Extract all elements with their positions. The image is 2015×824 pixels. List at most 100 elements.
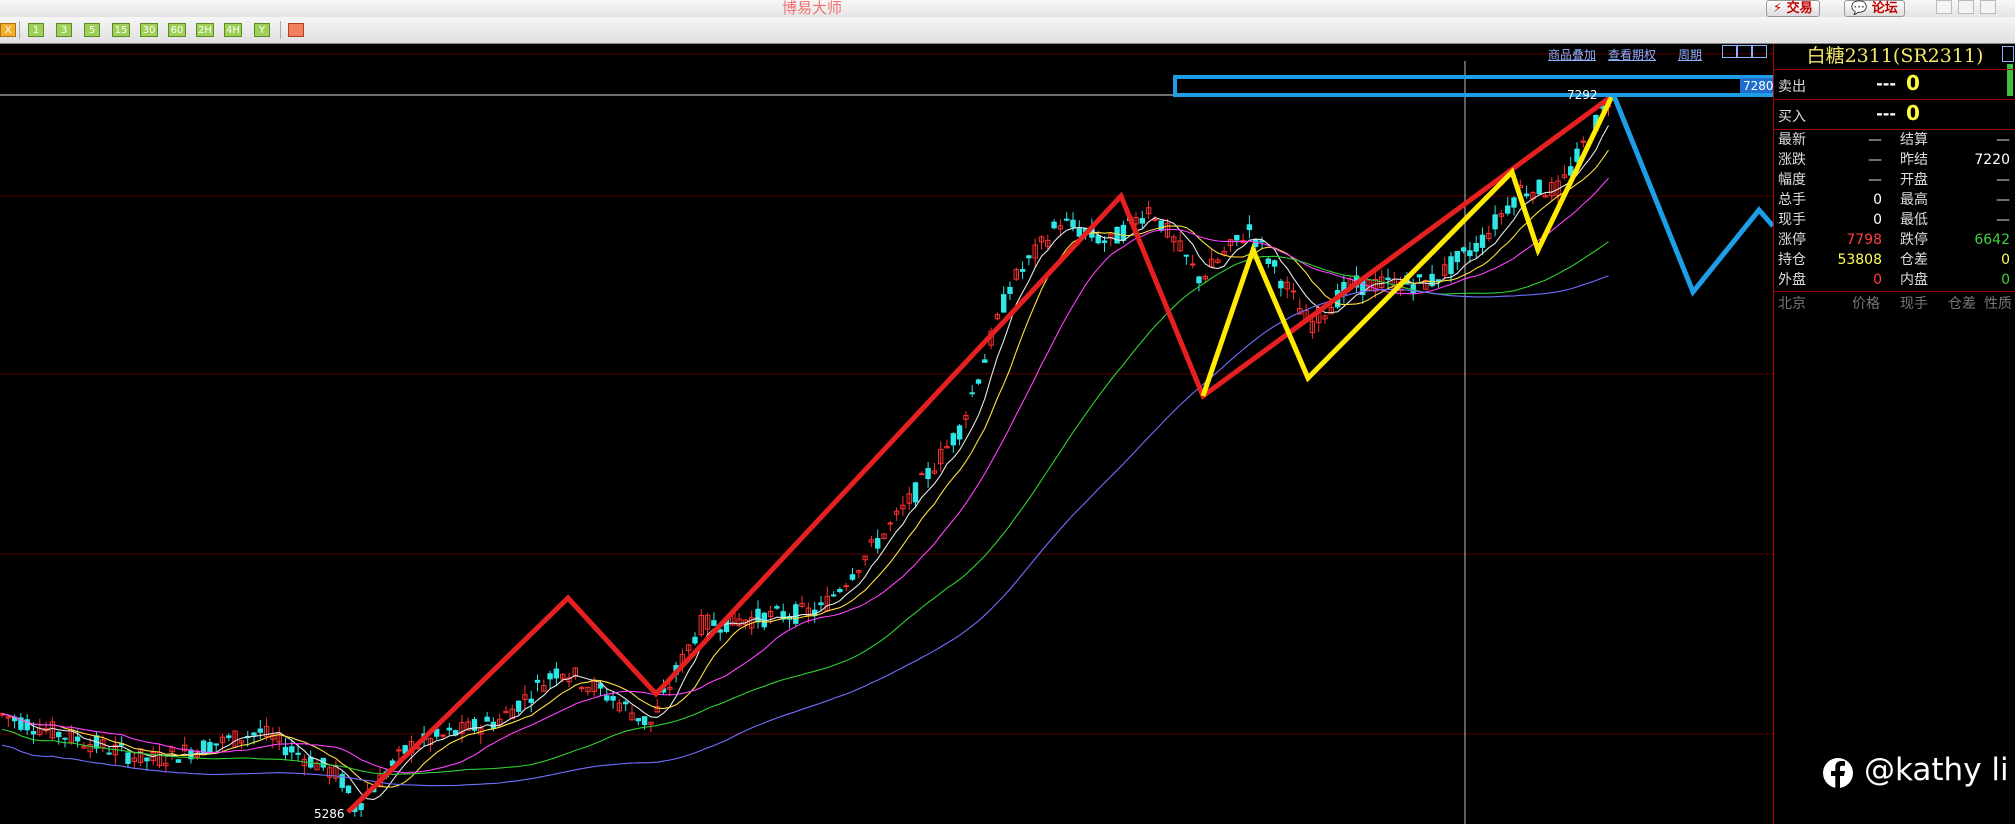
- candle-body: [1101, 240, 1108, 243]
- quote-field-label: 最新: [1778, 132, 1806, 148]
- candle-body: [849, 574, 856, 580]
- period-button[interactable]: 60: [168, 23, 186, 37]
- candle-body: [956, 425, 963, 440]
- expand-icon[interactable]: [1752, 45, 1767, 58]
- overlay-link[interactable]: 商品叠加: [1548, 46, 1596, 63]
- candle-body: [1183, 254, 1190, 257]
- bid-qty: 0: [1906, 101, 1920, 125]
- candle-body: [692, 636, 698, 644]
- period-button[interactable]: X: [0, 23, 16, 37]
- candle-body: [950, 433, 956, 446]
- candle-body: [755, 608, 761, 623]
- quote-field-label: 涨停: [1778, 232, 1806, 248]
- quote-field-label: 最低: [1900, 212, 1928, 228]
- options-link[interactable]: 查看期权: [1608, 46, 1656, 63]
- candle-body: [358, 803, 364, 811]
- candle-body: [74, 736, 81, 742]
- quote-field-value: —: [1868, 172, 1882, 188]
- candle-body: [1114, 226, 1120, 244]
- period-button[interactable]: 2H: [196, 23, 214, 37]
- kline-chart[interactable]: 7292 5286 7280: [0, 44, 1773, 824]
- bid-label: 买入: [1778, 109, 1806, 125]
- candle-body: [446, 727, 453, 731]
- period-button[interactable]: 30: [140, 23, 158, 37]
- period-button[interactable]: 1: [28, 23, 44, 37]
- candle-body: [1385, 277, 1391, 280]
- period-button[interactable]: 5: [84, 23, 100, 37]
- quote-field-value: —: [1996, 132, 2010, 148]
- quote-field-value: 0: [2001, 272, 2010, 288]
- candle-body: [887, 522, 893, 525]
- candle-body: [830, 594, 837, 597]
- period-button[interactable]: 3: [56, 23, 72, 37]
- ma40-line: [1, 241, 1609, 775]
- candle-body: [1460, 247, 1467, 252]
- layout-icon[interactable]: [1737, 45, 1752, 58]
- candle-body: [1158, 220, 1164, 231]
- kline-chart-svg: 7292 5286 7280: [0, 53, 1773, 824]
- zoom-icon[interactable]: [1722, 45, 1737, 58]
- candle-body: [604, 695, 610, 701]
- candle-body: [213, 743, 219, 746]
- minimize-button[interactable]: [1936, 0, 1952, 14]
- maximize-button[interactable]: [1958, 0, 1974, 14]
- quote-field-value: 0: [1873, 212, 1882, 228]
- candle-body: [440, 734, 446, 737]
- tick-header: 性质: [1984, 296, 2012, 312]
- candle-body: [1574, 148, 1580, 162]
- bid-price: ---: [1876, 104, 1896, 123]
- quote-field-value: —: [1996, 192, 2010, 208]
- candle-body: [610, 696, 616, 701]
- candle-body: [534, 679, 541, 683]
- panel-toggle-icon[interactable]: [2002, 46, 2014, 62]
- ask-price: ---: [1876, 74, 1896, 93]
- candle-body: [1523, 193, 1530, 197]
- quote-row: 最新 — 结算 —: [1774, 130, 2015, 150]
- trend-line-red: [346, 93, 1614, 814]
- quote-field-label: 现手: [1778, 212, 1806, 228]
- cursor-price-label: 7280: [1743, 79, 1773, 93]
- candle-body: [982, 359, 988, 363]
- facebook-icon: [1823, 758, 1853, 788]
- candle-body: [1473, 242, 1479, 252]
- tick-header: 北京: [1778, 296, 1806, 312]
- candle-body: [1448, 256, 1454, 275]
- candle-body: [843, 585, 849, 588]
- candle-body: [875, 538, 881, 549]
- period-button[interactable]: 15: [112, 23, 130, 37]
- candle-body: [484, 716, 490, 722]
- candle-body: [289, 746, 295, 753]
- candle-body: [547, 673, 553, 680]
- candle-body: [1190, 263, 1196, 266]
- quote-row: 持仓 53808 仓差 0: [1774, 250, 2015, 270]
- forum-button[interactable]: 💬 论坛: [1844, 0, 1905, 17]
- quote-field-value: 0: [1873, 192, 1882, 208]
- watermark-text: @kathy li: [1864, 752, 2009, 788]
- ma5-line: [1, 125, 1609, 801]
- period-button[interactable]: Y: [254, 23, 270, 37]
- period-link[interactable]: 周期: [1678, 46, 1702, 63]
- toolbar-divider: [280, 21, 281, 39]
- bid-row: 买入 --- 0: [1774, 100, 2015, 128]
- quote-field-label: 外盘: [1778, 272, 1806, 288]
- candle-body: [62, 737, 68, 740]
- quote-field-label: 幅度: [1778, 172, 1806, 188]
- grid-icon[interactable]: [288, 23, 304, 37]
- close-button[interactable]: [1980, 0, 1996, 14]
- period-button[interactable]: 4H: [224, 23, 242, 37]
- candle-body: [144, 757, 150, 762]
- candle-body: [1234, 234, 1240, 241]
- divider: [1774, 291, 2015, 292]
- candle-body: [1196, 276, 1202, 284]
- candle-body: [1467, 250, 1473, 257]
- forecast-line-blue: [1611, 95, 1773, 297]
- candle-body: [1536, 179, 1542, 195]
- high-price-label: 7292: [1567, 88, 1598, 102]
- app-title: 博易大师: [781, 0, 842, 17]
- quote-field-label: 涨跌: [1778, 152, 1806, 168]
- candle-body: [1505, 205, 1511, 214]
- trade-button[interactable]: ⚡ 交易: [1766, 0, 1820, 17]
- candle-body: [919, 473, 925, 476]
- candle-body: [635, 718, 641, 722]
- candle-body: [207, 742, 213, 754]
